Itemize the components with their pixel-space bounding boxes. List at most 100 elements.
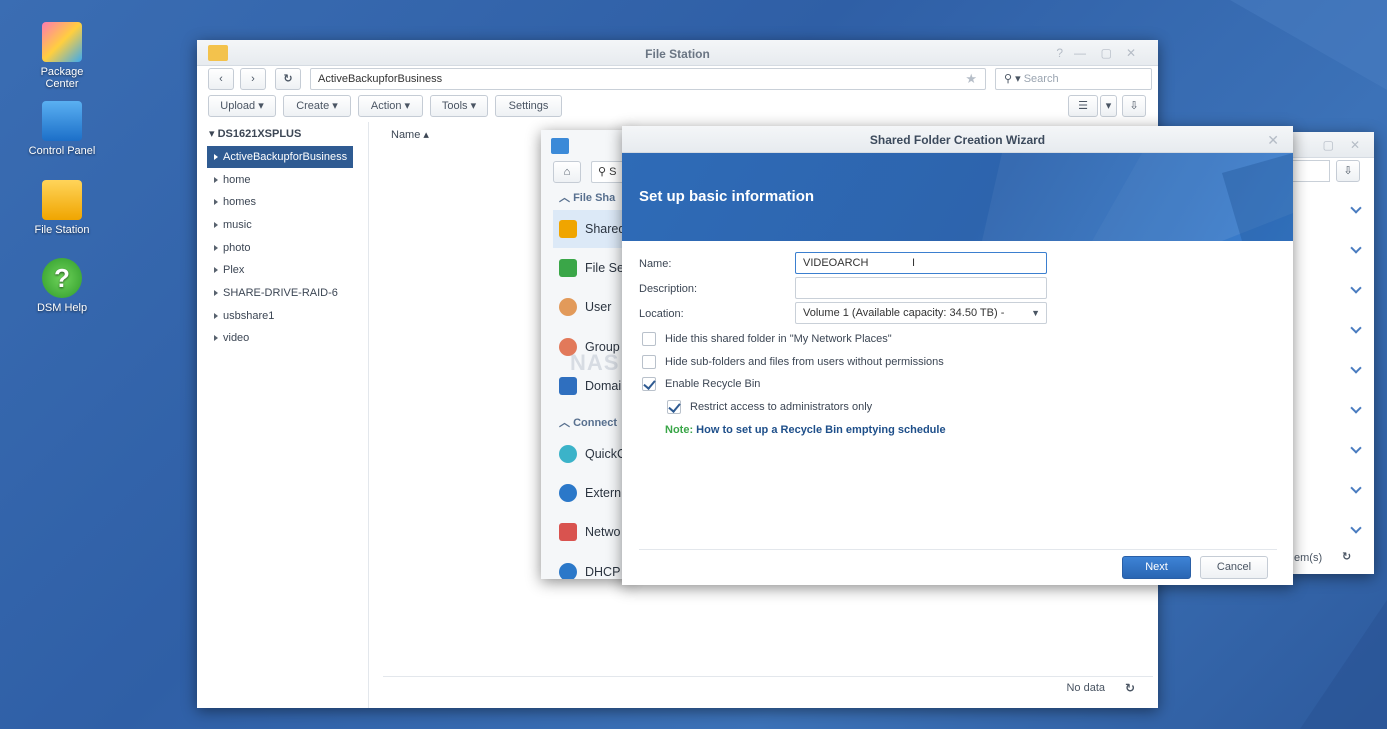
- close-button[interactable]: ✕: [1350, 138, 1360, 152]
- refresh-button[interactable]: ↻: [275, 68, 301, 90]
- forward-button[interactable]: ›: [240, 68, 266, 90]
- location-value: Volume 1 (Available capacity: 34.50 TB) …: [803, 307, 1005, 319]
- search-icon: ⚲: [598, 166, 607, 178]
- next-button[interactable]: Next: [1122, 556, 1191, 579]
- tree-item[interactable]: usbshare1: [207, 305, 353, 327]
- wizard-footer-divider: [639, 549, 1277, 550]
- wizard-titlebar[interactable]: Shared Folder Creation Wizard ✕: [622, 126, 1293, 153]
- wizard-title: Shared Folder Creation Wizard: [869, 133, 1046, 147]
- cp-item-external-access[interactable]: Extern: [553, 474, 633, 512]
- upload-button[interactable]: Upload ▾: [208, 95, 276, 117]
- tree-item[interactable]: video: [207, 327, 353, 349]
- tools-button[interactable]: Tools ▾: [430, 95, 488, 117]
- status-refresh-icon[interactable]: ↻: [1125, 681, 1135, 695]
- domain-icon: [559, 377, 577, 395]
- desktop-icon-package-center[interactable]: Package Center: [17, 22, 107, 90]
- column-header-name[interactable]: Name ▴: [391, 128, 429, 141]
- close-button[interactable]: ✕: [1267, 132, 1279, 149]
- chevron-down-icon[interactable]: [1350, 202, 1362, 214]
- back-panel-window: ▢ ✕ ⇩ em(s) ↻: [1290, 132, 1374, 574]
- star-icon[interactable]: ★: [965, 69, 977, 89]
- name-input-value: VIDEOARCH: [803, 257, 869, 269]
- sort-button[interactable]: ⇩: [1122, 95, 1146, 117]
- cp-item-quickconnect[interactable]: QuickC: [553, 435, 633, 473]
- path-text: ActiveBackupforBusiness: [318, 73, 443, 85]
- chevron-down-icon[interactable]: [1350, 442, 1362, 454]
- note-label: Note:: [665, 424, 694, 436]
- section-connectivity[interactable]: ︿ Connect: [559, 414, 617, 430]
- restrict-admin-checkbox[interactable]: [667, 400, 681, 414]
- chevron-down-icon[interactable]: [1350, 362, 1362, 374]
- minimize-button[interactable]: —: [1074, 46, 1086, 60]
- hide-network-places-checkbox[interactable]: [642, 332, 656, 346]
- control-panel-icon: [42, 101, 82, 141]
- create-button[interactable]: Create ▾: [283, 95, 351, 117]
- cancel-button[interactable]: Cancel: [1200, 556, 1268, 579]
- folder-tree: ▾ DS1621XSPLUS ActiveBackupforBusiness h…: [197, 122, 369, 708]
- restrict-admin-label: Restrict access to administrators only: [690, 401, 873, 413]
- desktop-icon-dsm-help[interactable]: ? DSM Help: [17, 258, 107, 314]
- text-cursor-icon: I: [912, 257, 916, 269]
- chevron-down-icon[interactable]: [1350, 402, 1362, 414]
- hide-subfolders-checkbox[interactable]: [642, 355, 656, 369]
- quickconnect-icon: [559, 445, 577, 463]
- hide-subfolders-label: Hide sub-folders and files from users wi…: [665, 356, 944, 368]
- tree-item[interactable]: SHARE-DRIVE-RAID-6: [207, 282, 353, 304]
- list-view-button[interactable]: ☰: [1068, 95, 1098, 117]
- wizard-heading: Set up basic information: [639, 188, 815, 205]
- tree-item[interactable]: Plex: [207, 259, 353, 281]
- chevron-down-icon[interactable]: [1350, 522, 1362, 534]
- tree-item[interactable]: ActiveBackupforBusiness: [207, 146, 353, 168]
- sort-button[interactable]: ⇩: [1336, 160, 1360, 182]
- location-select[interactable]: Volume 1 (Available capacity: 34.50 TB) …: [795, 302, 1047, 324]
- refresh-icon[interactable]: ↻: [1342, 550, 1351, 563]
- window-title: File Station: [645, 47, 710, 61]
- cp-item-dhcp[interactable]: DHCP S: [553, 553, 633, 579]
- recycle-schedule-link[interactable]: How to set up a Recycle Bin emptying sch…: [696, 424, 945, 436]
- back-panel-titlebar[interactable]: ▢ ✕: [1290, 132, 1374, 158]
- cp-item-file-services[interactable]: File Se: [553, 249, 633, 287]
- chevron-down-icon[interactable]: [1350, 482, 1362, 494]
- package-center-icon: [42, 22, 82, 62]
- tree-root[interactable]: ▾ DS1621XSPLUS: [209, 127, 301, 140]
- tree-item[interactable]: music: [207, 214, 353, 236]
- action-button[interactable]: Action ▾: [358, 95, 423, 117]
- description-input[interactable]: [795, 277, 1047, 299]
- items-count: em(s): [1294, 552, 1323, 564]
- back-panel-search[interactable]: [1290, 160, 1330, 182]
- section-file-sharing[interactable]: ︿ File Sha: [559, 189, 615, 205]
- path-bar[interactable]: ActiveBackupforBusiness ★: [310, 68, 986, 90]
- cp-item-network[interactable]: Netwo: [553, 513, 633, 551]
- location-label: Location:: [639, 308, 684, 320]
- control-panel-icon: [551, 138, 569, 154]
- enable-recycle-bin-checkbox[interactable]: [642, 377, 656, 391]
- desktop-icon-control-panel[interactable]: Control Panel: [17, 101, 107, 157]
- status-bar: No data ↻: [383, 676, 1153, 704]
- chevron-down-icon[interactable]: [1350, 242, 1362, 254]
- chevron-down-icon[interactable]: [1350, 282, 1362, 294]
- settings-button[interactable]: Settings: [495, 95, 562, 117]
- maximize-button[interactable]: ▢: [1323, 138, 1334, 152]
- close-button[interactable]: ✕: [1126, 46, 1136, 60]
- external-access-icon: [559, 484, 577, 502]
- hide-network-places-label: Hide this shared folder in "My Network P…: [665, 333, 892, 345]
- tree-item[interactable]: photo: [207, 237, 353, 259]
- search-box[interactable]: ⚲ ▾ Search: [995, 68, 1152, 90]
- name-input[interactable]: VIDEOARCH I: [795, 252, 1047, 274]
- home-button[interactable]: ⌂: [553, 161, 581, 183]
- view-dropdown-button[interactable]: ▾: [1100, 95, 1117, 117]
- desktop-icon-file-station[interactable]: File Station: [17, 180, 107, 236]
- cp-item-shared-folder[interactable]: Shared: [553, 210, 633, 248]
- cp-item-user[interactable]: User: [553, 288, 633, 326]
- chevron-down-icon[interactable]: [1350, 322, 1362, 334]
- desktop-icon-label: DSM Help: [36, 302, 88, 314]
- dhcp-icon: [559, 563, 577, 579]
- back-panel-list: [1290, 188, 1374, 548]
- tree-item[interactable]: home: [207, 169, 353, 191]
- help-button[interactable]: ?: [1056, 46, 1063, 60]
- maximize-button[interactable]: ▢: [1101, 46, 1112, 60]
- help-icon: ?: [42, 258, 82, 298]
- back-button[interactable]: ‹: [208, 68, 234, 90]
- tree-item[interactable]: homes: [207, 191, 353, 213]
- file-station-titlebar[interactable]: File Station ? — ▢ ✕: [197, 40, 1158, 66]
